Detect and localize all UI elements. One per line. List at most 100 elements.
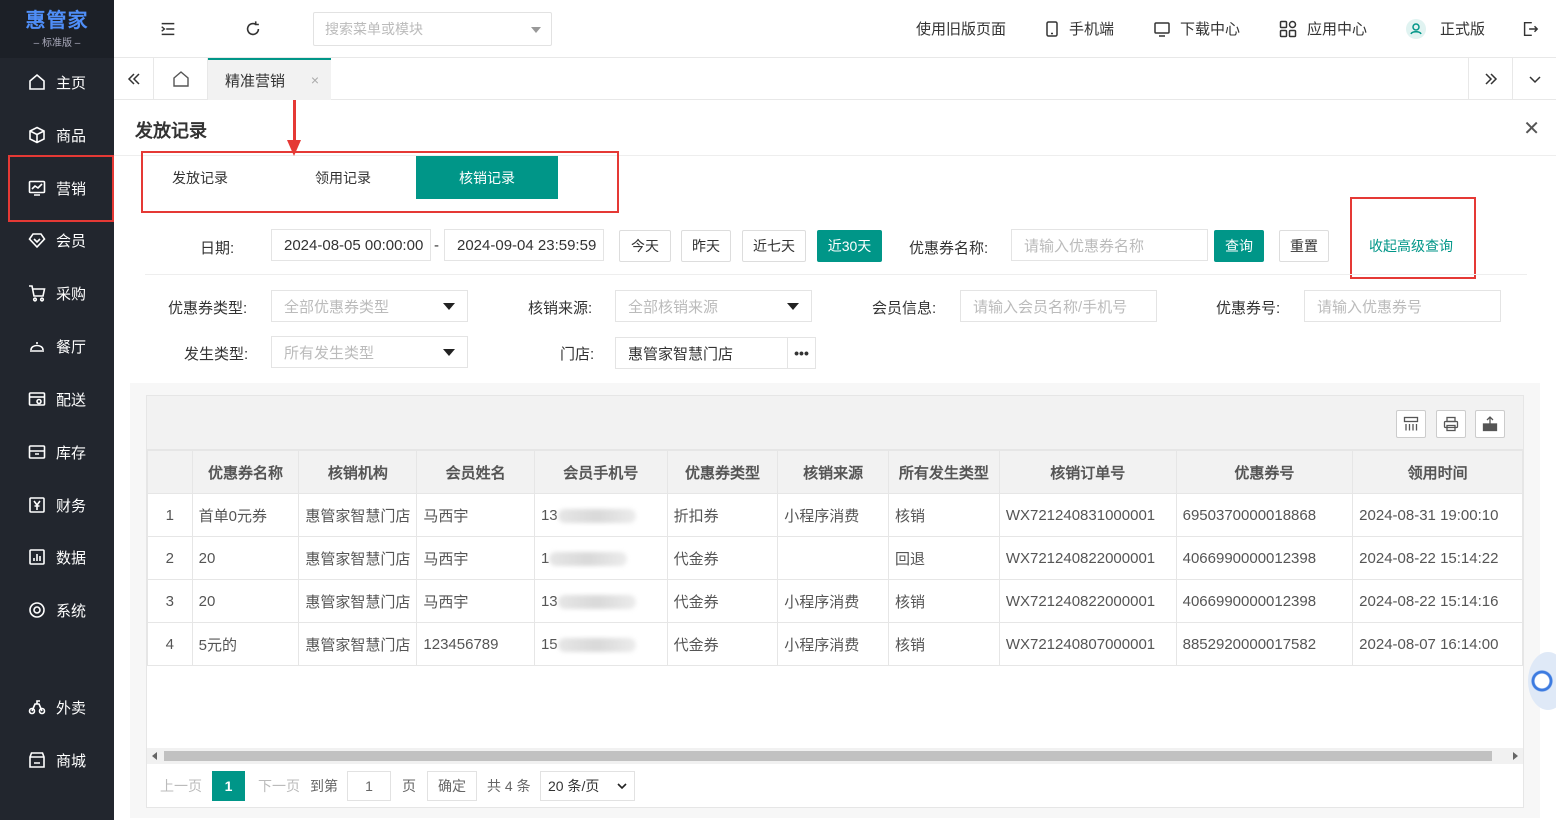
divider	[145, 274, 1527, 275]
cell-occur-type: 核销	[887, 622, 1000, 666]
member-info-placeholder: 请输入会员名称/手机号	[973, 298, 1128, 316]
sidebar-item-takeout[interactable]: 外卖	[0, 685, 114, 729]
sidebar-item-restaurant[interactable]: 餐厅	[0, 324, 114, 368]
prev-page-button[interactable]: 上一页	[160, 771, 202, 801]
sidebar-item-data[interactable]: 数据	[0, 535, 114, 579]
column-header-redeem-source[interactable]: 核销来源	[777, 450, 889, 494]
sidebar-item-home[interactable]: 主页	[0, 60, 114, 104]
column-header-redeem-org[interactable]: 核销机构	[298, 450, 418, 494]
next-page-button[interactable]: 下一页	[258, 771, 300, 801]
goto-label: 到第	[310, 778, 338, 794]
column-header-order-no[interactable]: 核销订单号	[998, 450, 1177, 494]
yesterday-button[interactable]: 昨天	[681, 230, 731, 262]
sidebar-item-inventory[interactable]: 库存	[0, 430, 114, 474]
sidebar-item-finance[interactable]: 财务	[0, 483, 114, 527]
goto-confirm-button[interactable]: 确定	[427, 771, 477, 801]
bar-chart-icon	[28, 548, 46, 566]
sidebar-item-label: 外卖	[56, 699, 87, 717]
phone-prefix: 13	[540, 506, 558, 524]
date-start-input[interactable]: 2024-08-05 00:00:00	[271, 229, 431, 261]
table-row[interactable]: 2 20 惠管家智慧门店 马西宇 1 代金券 回退 WX721240822000…	[147, 536, 1523, 580]
cell-order-no: WX721240807000001	[998, 622, 1177, 666]
cell-redeem-org: 惠管家智慧门店	[298, 622, 418, 666]
more-dots-icon[interactable]: •••	[787, 338, 815, 368]
refresh-icon[interactable]	[243, 19, 263, 39]
cell-occur-type: 回退	[887, 536, 1000, 580]
column-header-member-phone[interactable]: 会员手机号	[533, 450, 668, 494]
download-center-link[interactable]: 下载中心	[1154, 18, 1240, 39]
member-info-input[interactable]: 请输入会员名称/手机号	[960, 290, 1157, 322]
mobile-link[interactable]: 手机端	[1045, 18, 1114, 39]
query-button[interactable]: 查询	[1214, 230, 1264, 262]
shop-icon	[28, 751, 46, 769]
page-size-value: 20 条/页	[548, 778, 600, 794]
sidebar-item-system[interactable]: 系统	[0, 588, 114, 632]
annotation-arrow-line	[293, 100, 296, 144]
page-size-select[interactable]: 20 条/页	[540, 771, 635, 801]
official-version-link[interactable]: 正式版	[1406, 18, 1485, 39]
last-30-days-button[interactable]: 近30天	[817, 230, 882, 262]
scroll-right-icon[interactable]	[1513, 752, 1518, 760]
sidebar-item-delivery[interactable]: 配送	[0, 377, 114, 421]
menu-search-input[interactable]: 搜索菜单或模块	[313, 12, 552, 46]
page-1-button[interactable]: 1	[212, 771, 245, 801]
close-icon[interactable]: ×	[311, 72, 319, 88]
column-header-claim-time[interactable]: 领用时间	[1352, 450, 1523, 494]
column-header-coupon-no[interactable]: 优惠券号	[1175, 450, 1354, 494]
row-index: 2	[147, 536, 193, 580]
today-button[interactable]: 今天	[619, 230, 671, 262]
column-header-coupon-name[interactable]: 优惠券名称	[191, 450, 300, 494]
sidebar-item-products[interactable]: 商品	[0, 113, 114, 157]
sidebar-item-mall[interactable]: 商城	[0, 738, 114, 782]
sidebar-item-label: 采购	[56, 285, 87, 303]
print-icon[interactable]	[1436, 410, 1466, 438]
goto-page-input[interactable]: 1	[347, 771, 391, 801]
old-version-link[interactable]: 使用旧版页面	[916, 18, 1006, 39]
cell-coupon-name: 5元的	[191, 622, 300, 666]
app-center-link[interactable]: 应用中心	[1279, 18, 1367, 39]
coupon-type-select[interactable]: 全部优惠券类型	[271, 290, 468, 322]
highlight-box-advanced	[1350, 197, 1476, 279]
coupon-name-input[interactable]: 请输入优惠券名称	[1011, 229, 1208, 261]
date-end-input[interactable]: 2024-09-04 23:59:59	[444, 229, 604, 261]
tab-precision-marketing[interactable]: 精准营销 ×	[208, 58, 331, 100]
redeem-source-select[interactable]: 全部核销来源	[615, 290, 812, 322]
last-7-days-button[interactable]: 近七天	[742, 230, 806, 262]
table-row[interactable]: 3 20 惠管家智慧门店 马西宇 13 代金券 小程序消费 核销 WX72124…	[147, 579, 1523, 623]
brand-logo[interactable]: 惠管家 – 标准版 –	[0, 0, 114, 58]
reset-button[interactable]: 重置	[1279, 230, 1329, 262]
home-tab-icon[interactable]	[154, 58, 208, 99]
table-row[interactable]: 4 5元的 惠管家智慧门店 123456789 15 代金券 小程序消费 核销 …	[147, 622, 1523, 666]
close-icon[interactable]: ✕	[1523, 116, 1540, 141]
tabs-scroll-right-icon[interactable]	[1468, 58, 1512, 99]
date-label: 日期:	[200, 240, 235, 257]
logout-icon[interactable]	[1520, 19, 1540, 39]
column-header-coupon-type[interactable]: 优惠券类型	[666, 450, 779, 494]
scrollbar-thumb[interactable]	[164, 751, 1492, 761]
sidebar-item-members[interactable]: 会员	[0, 218, 114, 262]
cell-redeem-org: 惠管家智慧门店	[298, 493, 418, 537]
old-version-label: 使用旧版页面	[916, 21, 1007, 38]
cell-coupon-no: 4066990000012398	[1175, 536, 1354, 580]
horizontal-scrollbar[interactable]	[147, 748, 1523, 764]
sidebar-item-label: 财务	[56, 497, 87, 515]
occur-type-select[interactable]: 所有发生类型	[271, 336, 468, 368]
export-icon[interactable]	[1475, 410, 1505, 438]
cell-coupon-no: 6950370000018868	[1175, 493, 1354, 537]
scroll-left-icon[interactable]	[152, 752, 157, 760]
coupon-number-input[interactable]: 请输入优惠券号	[1304, 290, 1501, 322]
cell-coupon-name: 首单0元券	[191, 493, 300, 537]
column-header-member-name[interactable]: 会员姓名	[416, 450, 535, 494]
collapse-menu-icon[interactable]	[158, 19, 178, 39]
brand-title: 惠管家	[25, 9, 89, 32]
chevron-down-icon	[443, 303, 455, 310]
store-select[interactable]: 惠管家智慧门店 •••	[615, 337, 816, 369]
sidebar-item-purchase[interactable]: 采购	[0, 271, 114, 315]
tabs-scroll-left-icon[interactable]	[114, 58, 154, 99]
column-header-occur-type[interactable]: 所有发生类型	[887, 450, 1000, 494]
redeem-source-value: 全部核销来源	[628, 298, 719, 316]
table-row[interactable]: 1 首单0元券 惠管家智慧门店 马西宇 13 折扣券 小程序消费 核销 WX72…	[147, 493, 1523, 537]
tabs-menu-chevron-down-icon[interactable]	[1512, 58, 1556, 99]
coupon-name-label: 优惠券名称:	[909, 240, 989, 257]
columns-icon[interactable]	[1396, 410, 1426, 438]
